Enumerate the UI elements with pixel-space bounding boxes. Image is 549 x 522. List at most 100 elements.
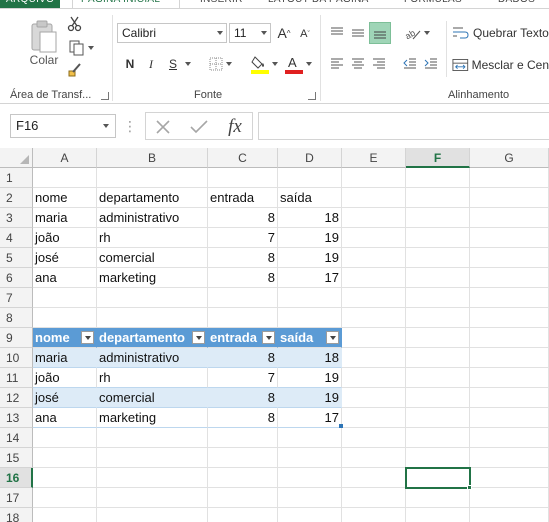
- table-data-cell[interactable]: rh: [97, 368, 208, 388]
- cell[interactable]: [406, 408, 470, 428]
- cell[interactable]: [278, 288, 342, 308]
- tab-home[interactable]: PÁGINA INICIAL: [72, 0, 180, 8]
- table-header-cell[interactable]: saída: [278, 328, 342, 348]
- range-data-cell[interactable]: 19: [278, 228, 342, 248]
- cell[interactable]: [470, 268, 549, 288]
- cell[interactable]: [33, 488, 97, 508]
- range-data-cell[interactable]: 8: [208, 208, 278, 228]
- cell[interactable]: [208, 468, 278, 488]
- cell[interactable]: [406, 188, 470, 208]
- underline-dropdown[interactable]: [181, 55, 191, 73]
- filter-dropdown-button[interactable]: [326, 331, 339, 344]
- cell[interactable]: [342, 328, 406, 348]
- wrap-text-button[interactable]: Quebrar Texto: [452, 23, 549, 43]
- range-data-cell[interactable]: 18: [278, 208, 342, 228]
- column-header-c[interactable]: C: [208, 148, 278, 168]
- cell[interactable]: [208, 168, 278, 188]
- clipboard-launcher-icon[interactable]: [101, 92, 109, 100]
- cell[interactable]: [342, 488, 406, 508]
- cell[interactable]: [342, 428, 406, 448]
- cell[interactable]: [33, 508, 97, 522]
- cell[interactable]: [470, 308, 549, 328]
- cell[interactable]: [470, 468, 549, 488]
- tab-page-layout[interactable]: LAYOUT DA PÁGINA: [268, 0, 369, 8]
- table-data-cell[interactable]: 8: [208, 348, 278, 368]
- cell[interactable]: [342, 268, 406, 288]
- row-header-17[interactable]: 17: [0, 488, 33, 508]
- fill-handle[interactable]: [467, 485, 472, 490]
- row-header-12[interactable]: 12: [0, 388, 33, 408]
- orientation-button[interactable]: ab: [402, 23, 432, 43]
- copy-button[interactable]: [66, 39, 96, 57]
- filter-dropdown-button[interactable]: [81, 331, 94, 344]
- tab-data[interactable]: DADOS: [498, 0, 535, 8]
- tab-file[interactable]: ARQUIVO: [0, 0, 60, 8]
- cell[interactable]: [406, 428, 470, 448]
- column-header-e[interactable]: E: [342, 148, 406, 168]
- row-header-13[interactable]: 13: [0, 408, 33, 428]
- cell[interactable]: [342, 448, 406, 468]
- table-data-cell[interactable]: 17: [278, 408, 342, 428]
- range-data-cell[interactable]: comercial: [97, 248, 208, 268]
- cell[interactable]: [342, 388, 406, 408]
- column-header-d[interactable]: D: [278, 148, 342, 168]
- table-data-cell[interactable]: maria: [33, 348, 97, 368]
- font-size-box[interactable]: 11: [229, 23, 271, 43]
- range-header-cell[interactable]: departamento: [97, 188, 208, 208]
- cell[interactable]: [97, 428, 208, 448]
- row-header-16[interactable]: 16: [0, 468, 33, 488]
- cell[interactable]: [342, 248, 406, 268]
- cell[interactable]: [406, 228, 470, 248]
- font-name-box[interactable]: Calibri: [117, 23, 227, 43]
- cell[interactable]: [278, 468, 342, 488]
- cell[interactable]: [406, 368, 470, 388]
- row-header-18[interactable]: 18: [0, 508, 33, 522]
- cell[interactable]: [406, 168, 470, 188]
- enter-entry-button[interactable]: [188, 116, 210, 138]
- cell[interactable]: [406, 208, 470, 228]
- align-middle-button[interactable]: [348, 23, 368, 43]
- formula-input[interactable]: [258, 112, 549, 140]
- increase-font-button[interactable]: A ^: [274, 23, 294, 43]
- cell[interactable]: [208, 488, 278, 508]
- cell[interactable]: [97, 308, 208, 328]
- align-center-button[interactable]: [348, 55, 368, 73]
- merge-center-button[interactable]: Mesclar e Cen: [452, 55, 549, 75]
- cell[interactable]: [406, 488, 470, 508]
- table-data-cell[interactable]: 8: [208, 388, 278, 408]
- column-header-f[interactable]: F: [406, 148, 470, 168]
- cell[interactable]: [342, 368, 406, 388]
- table-data-cell[interactable]: 19: [278, 388, 342, 408]
- range-data-cell[interactable]: ana: [33, 268, 97, 288]
- range-data-cell[interactable]: joão: [33, 228, 97, 248]
- cell[interactable]: [342, 468, 406, 488]
- row-header-7[interactable]: 7: [0, 288, 33, 308]
- cell[interactable]: [470, 348, 549, 368]
- cell[interactable]: [33, 448, 97, 468]
- table-data-cell[interactable]: joão: [33, 368, 97, 388]
- paste-button[interactable]: [26, 17, 62, 57]
- table-data-cell[interactable]: comercial: [97, 388, 208, 408]
- row-header-1[interactable]: 1: [0, 168, 33, 188]
- font-launcher-icon[interactable]: [308, 92, 316, 100]
- range-data-cell[interactable]: josé: [33, 248, 97, 268]
- row-header-5[interactable]: 5: [0, 248, 33, 268]
- cell[interactable]: [278, 448, 342, 468]
- decrease-font-button[interactable]: Aˇ: [296, 25, 314, 43]
- table-header-cell[interactable]: nome: [33, 328, 97, 348]
- range-data-cell[interactable]: 19: [278, 248, 342, 268]
- align-bottom-button[interactable]: [369, 22, 391, 44]
- range-data-cell[interactable]: 7: [208, 228, 278, 248]
- name-box[interactable]: F16: [10, 114, 116, 138]
- cell[interactable]: [406, 328, 470, 348]
- cell[interactable]: [470, 188, 549, 208]
- cell[interactable]: [33, 168, 97, 188]
- fill-color-button[interactable]: [249, 53, 279, 75]
- formula-bar-grip-icon[interactable]: ⋮: [123, 116, 137, 136]
- cell[interactable]: [278, 168, 342, 188]
- cell[interactable]: [97, 508, 208, 522]
- table-data-cell[interactable]: 8: [208, 408, 278, 428]
- cell[interactable]: [470, 368, 549, 388]
- cell[interactable]: [342, 408, 406, 428]
- insert-function-button[interactable]: fx: [222, 115, 248, 139]
